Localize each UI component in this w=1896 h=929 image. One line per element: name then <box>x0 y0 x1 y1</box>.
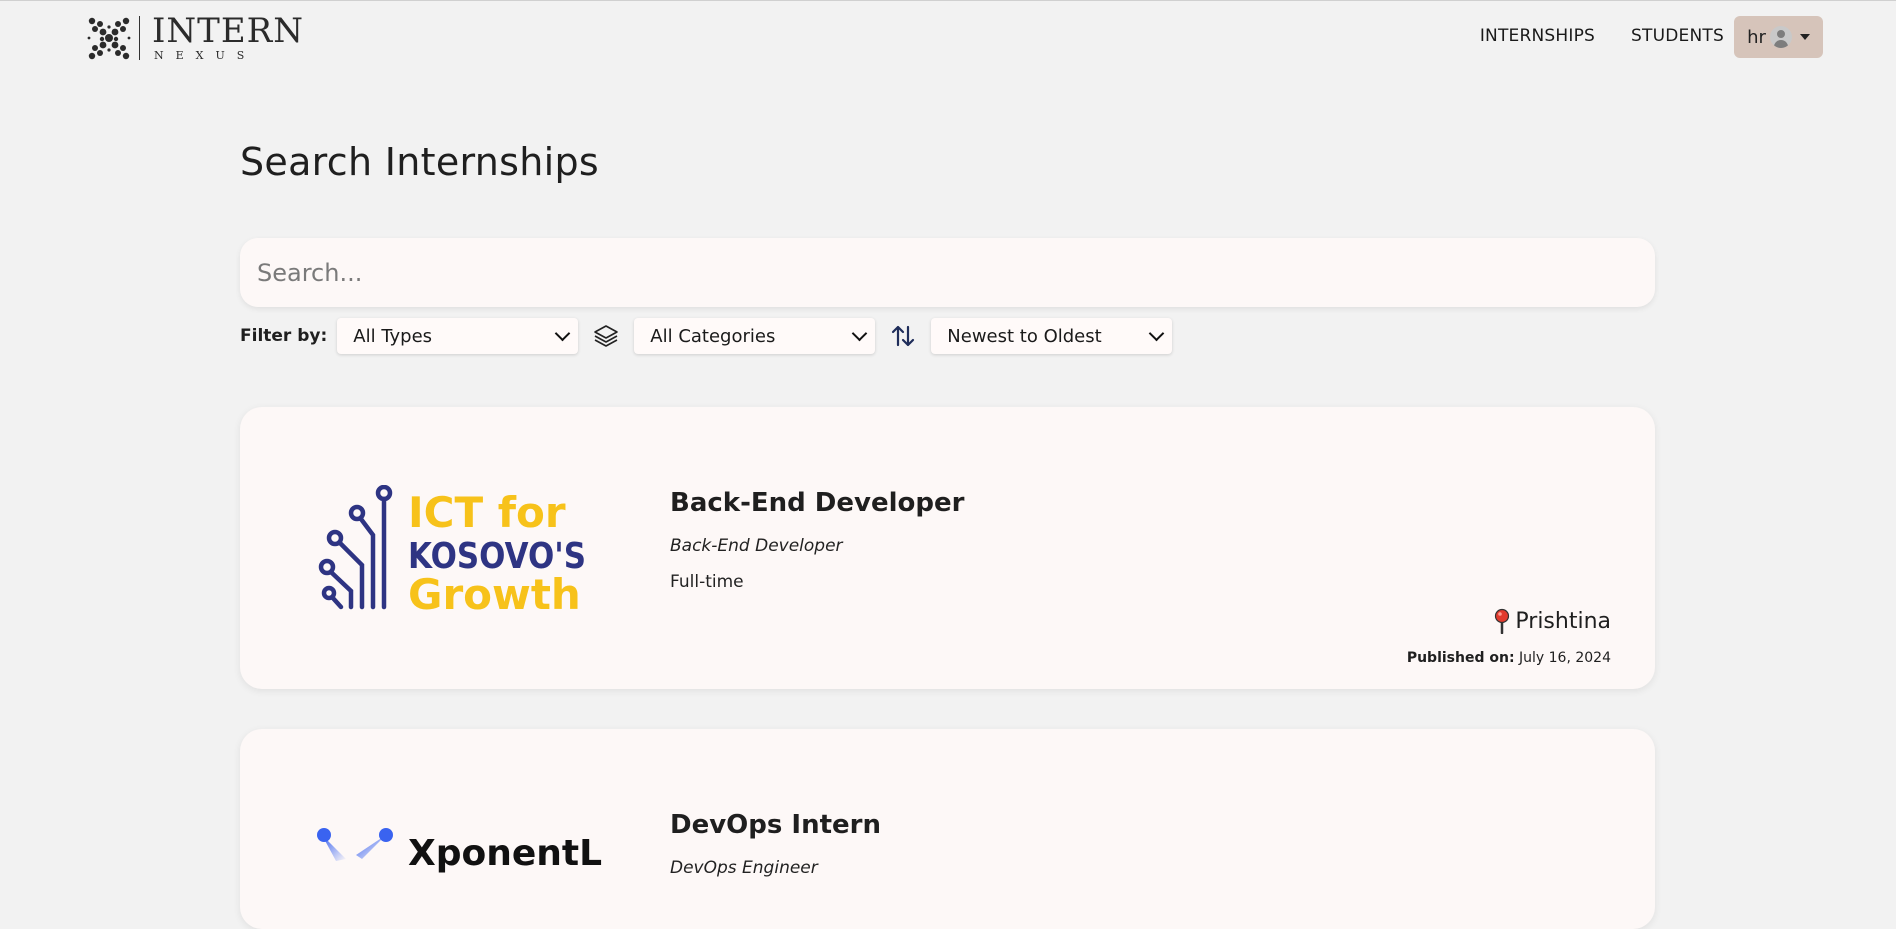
internship-title: Back-End Developer <box>670 488 965 518</box>
chevron-down-icon <box>1149 325 1165 342</box>
sort-arrows-icon <box>889 322 917 350</box>
published-value: July 16, 2024 <box>1519 650 1611 666</box>
nav-links: INTERNSHIPS STUDENTS <box>1480 26 1724 46</box>
page-title: Search Internships <box>240 140 599 184</box>
map-pin-icon <box>1495 608 1510 634</box>
chevron-down-icon <box>555 325 571 342</box>
internship-location: Prishtina <box>1494 608 1611 634</box>
layers-icon <box>592 322 620 350</box>
company-logo-ict-for-kosovos-growth: ICT for KOSOVO'S Growth <box>318 485 586 615</box>
logo-divider <box>139 16 140 60</box>
nav-link-internships[interactable]: INTERNSHIPS <box>1480 26 1595 46</box>
ict-logo-line-3: Growth <box>408 570 581 615</box>
user-name: hr <box>1747 26 1766 48</box>
published-date: Published on: July 16, 2024 <box>1407 650 1611 666</box>
internship-type: Full-time <box>670 572 744 592</box>
navbar: INTERN NEXUS INTERNSHIPS STUDENTS hr <box>0 0 1896 74</box>
published-label: Published on: <box>1406 650 1515 666</box>
type-select[interactable]: All Types <box>337 318 579 354</box>
nav-link-students[interactable]: STUDENTS <box>1631 26 1724 46</box>
internship-card[interactable]: ICT for KOSOVO'S Growth Back-End Develop… <box>240 407 1655 689</box>
category-select[interactable]: All Categories <box>634 318 876 354</box>
logo-mark-icon <box>87 17 131 60</box>
category-select-value: All Categories <box>650 325 776 347</box>
caret-down-icon <box>1799 34 1810 40</box>
filter-label: Filter by: <box>240 326 328 346</box>
sort-select[interactable]: Newest to Oldest <box>931 318 1173 354</box>
internship-card[interactable]: XponentL DevOps Intern DevOps Engineer <box>240 729 1655 929</box>
search-input[interactable] <box>240 238 1655 307</box>
internship-position: Back-End Developer <box>670 536 843 556</box>
avatar-icon <box>1769 26 1792 48</box>
logo[interactable]: INTERN NEXUS <box>86 14 304 62</box>
logo-wordmark: INTERN <box>152 11 305 51</box>
filter-bar: Filter by: All Types All Categories Newe… <box>240 318 1173 354</box>
logo-text: INTERN NEXUS <box>152 14 304 62</box>
internship-title: DevOps Intern <box>670 810 881 840</box>
sort-select-value: Newest to Oldest <box>947 325 1102 347</box>
chevron-down-icon <box>852 325 868 342</box>
location-text: Prishtina <box>1515 608 1611 634</box>
logo-tagline: NEXUS <box>154 49 257 62</box>
xponentl-wordmark: XponentL <box>408 833 602 874</box>
internship-position: DevOps Engineer <box>670 858 818 878</box>
company-logo-xponentl: XponentL <box>317 828 602 874</box>
ict-logo-line-1: ICT for <box>408 488 566 537</box>
user-menu-button[interactable]: hr <box>1734 16 1823 58</box>
type-select-value: All Types <box>353 325 433 347</box>
